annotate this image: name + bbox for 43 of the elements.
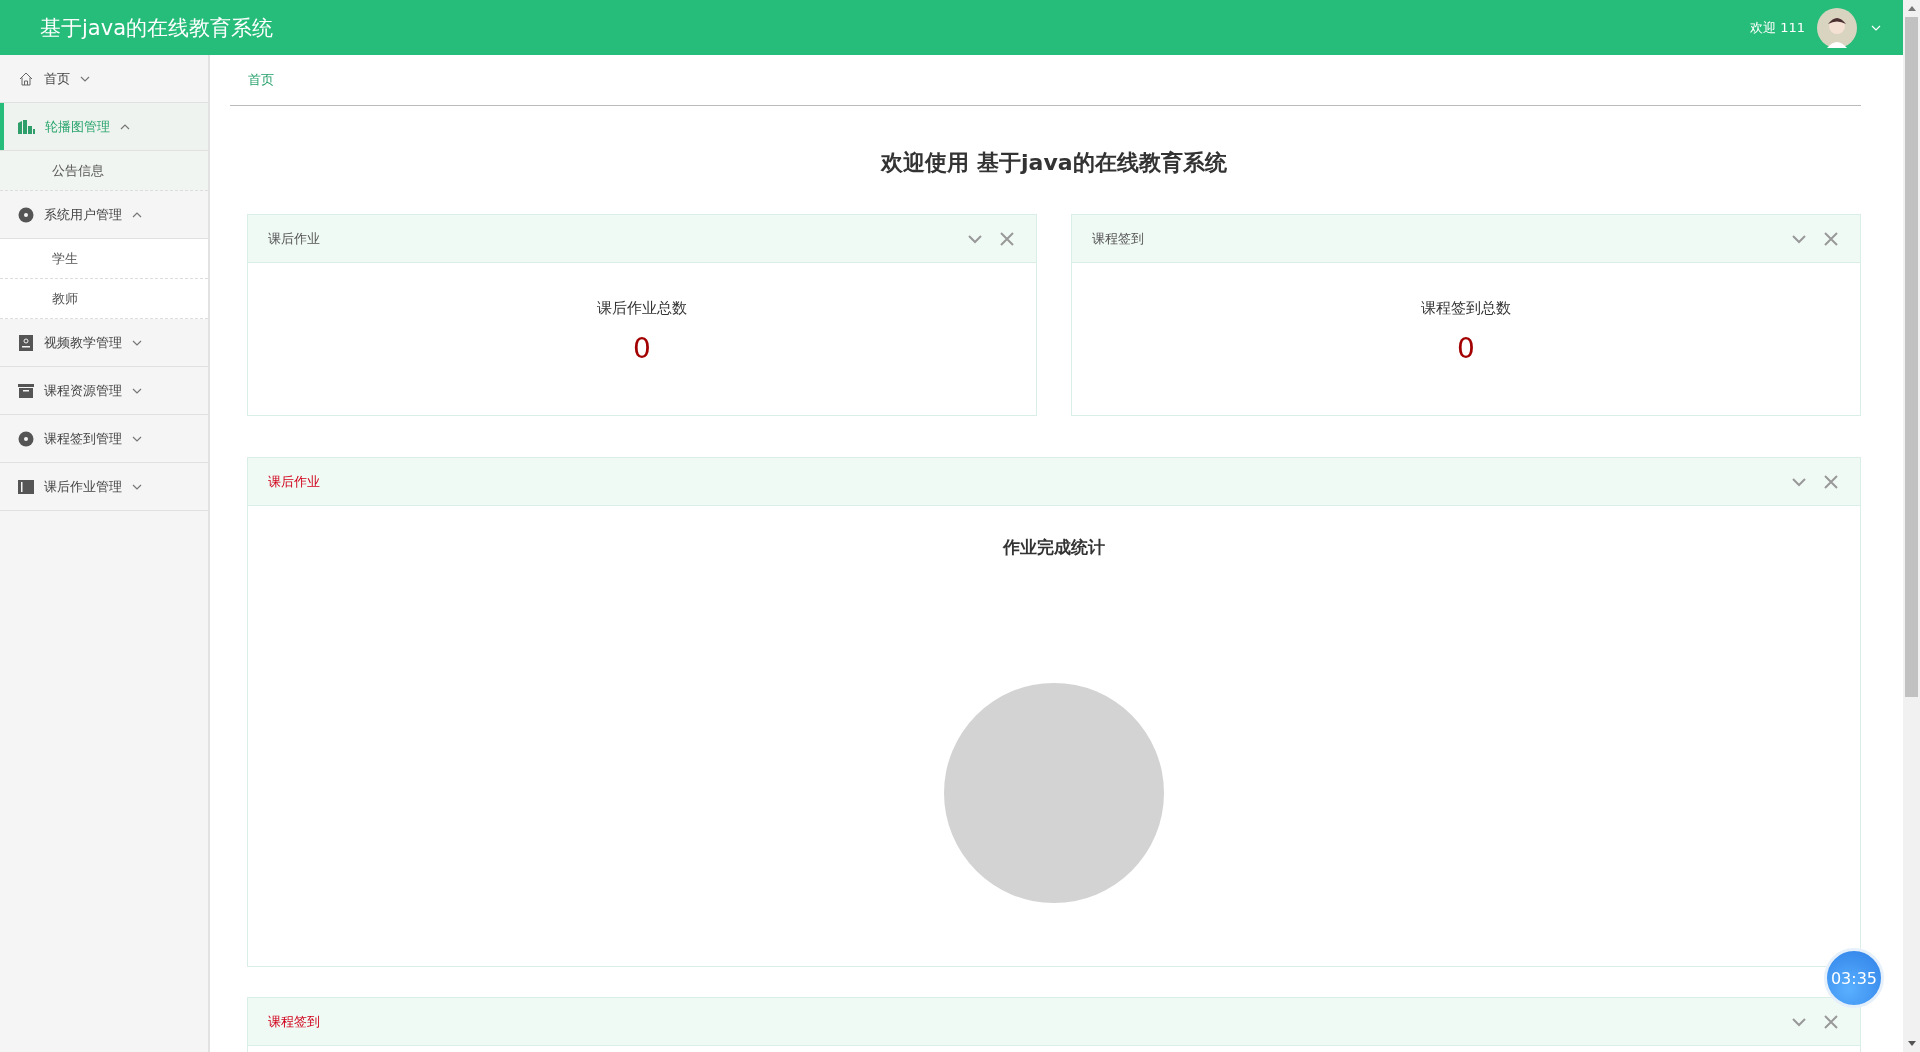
page-title: 欢迎使用 基于java的在线教育系统 [879,149,1228,177]
sidebar-subitem[interactable]: 公告信息 [0,151,208,191]
chevron-icon[interactable] [1871,24,1881,31]
close-button[interactable] [998,229,1016,248]
stat-value: 0 [632,332,652,365]
stat-value: 0 [1456,332,1476,365]
scroll-up-icon[interactable] [1907,6,1916,11]
sidebar-item[interactable]: 课程资源管理 [0,367,208,415]
breadcrumb-link[interactable]: 首页 [248,71,274,89]
id-card-icon [18,334,34,351]
chart-title: 作业完成统计 [1001,536,1106,559]
close-button[interactable] [1822,229,1840,248]
sidebar-subitem[interactable]: 学生 [0,239,208,279]
archive-icon [18,383,34,398]
disc-icon [18,430,34,447]
chevron-icon [80,75,90,82]
greeting-text: 欢迎 111 [1750,18,1805,37]
timer-badge: 03:35 [1824,948,1884,1008]
card-title: 课程签到 [1092,229,1145,248]
close-button[interactable] [1822,1012,1840,1031]
chevron-icon [132,435,142,442]
app-title: 基于java的在线教育系统 [40,14,274,42]
book-icon [18,479,34,494]
sidebar-item[interactable]: 视频教学管理 [0,319,208,367]
chevron-icon [132,211,142,218]
card-title: 课程签到 [268,1012,321,1031]
disc-icon [18,206,34,223]
close-button[interactable] [1822,472,1840,491]
card-title: 课后作业 [268,472,321,491]
stat-label: 课程签到总数 [1420,299,1512,318]
chevron-icon [120,123,130,130]
scrollbar[interactable] [1903,0,1920,1052]
avatar-icon[interactable] [1817,7,1857,48]
chevron-icon [132,339,142,346]
sidebar-item[interactable]: 课程签到管理 [0,415,208,463]
scroll-down-icon[interactable] [1907,1041,1916,1046]
chevron-icon [132,483,142,490]
chevron-icon [132,387,142,394]
sidebar-subitem[interactable]: 教师 [0,279,208,319]
card-title: 课后作业 [268,229,321,248]
sidebar-item[interactable]: 课后作业管理 [0,463,208,511]
stat-label: 课后作业总数 [596,299,688,318]
home-icon [18,70,34,87]
